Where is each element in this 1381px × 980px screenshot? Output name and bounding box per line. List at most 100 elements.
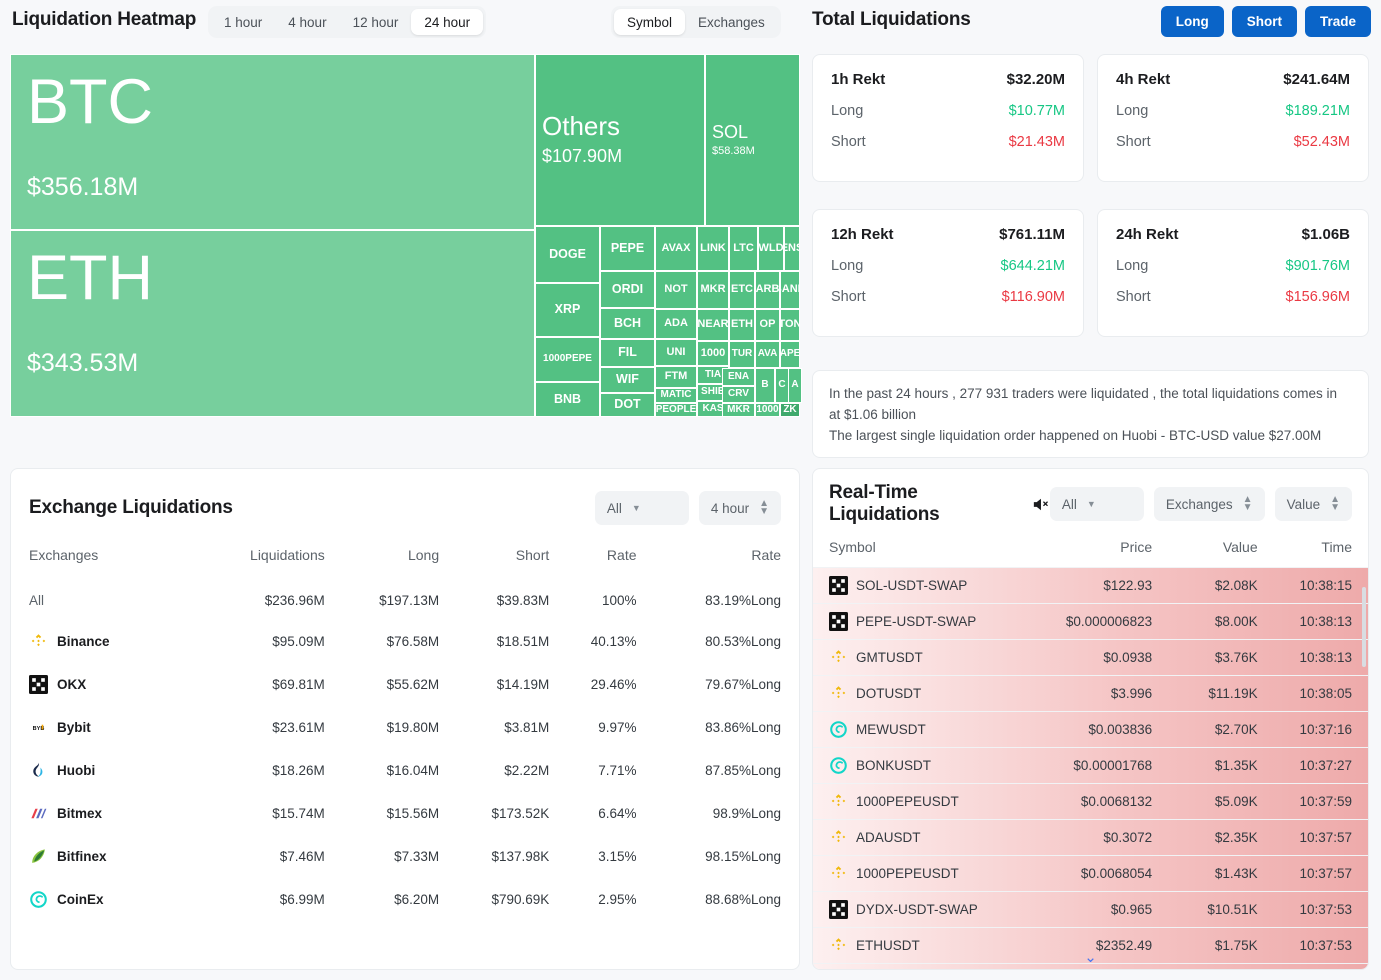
realtime-time-cell: 10:37:53 bbox=[1274, 892, 1368, 928]
heatmap-time-filter-12-hour[interactable]: 12 hour bbox=[340, 9, 412, 35]
treemap-tile-doge[interactable]: DOGE bbox=[535, 226, 600, 283]
binance-icon bbox=[829, 648, 848, 667]
exchange-col-header-2[interactable]: Long bbox=[325, 547, 439, 581]
realtime-table-row[interactable]: GMTUSDT$0.0938$3.76K10:38:13 bbox=[813, 640, 1368, 676]
treemap-tile-1000[interactable]: 1000 bbox=[697, 341, 729, 366]
treemap-tile-ava[interactable]: AVA bbox=[755, 341, 780, 368]
realtime-exchanges-filter[interactable]: Exchanges ▲▼ bbox=[1154, 487, 1265, 521]
treemap-tile-ena[interactable]: ENA bbox=[722, 368, 755, 386]
treemap-tile-others[interactable]: Others$107.90M bbox=[535, 54, 705, 226]
realtime-all-filter[interactable]: All ▼ bbox=[1050, 487, 1144, 521]
treemap-tile-people[interactable]: PEOPLE bbox=[655, 403, 697, 417]
realtime-table-row[interactable]: MEWUSDT$0.003836$2.70K10:37:16 bbox=[813, 712, 1368, 748]
realtime-col-header-3[interactable]: Time bbox=[1274, 539, 1368, 568]
treemap-tile-uni[interactable]: UNI bbox=[655, 339, 697, 366]
exchange-table-row[interactable]: CoinEx$6.99M$6.20M$790.69K2.95%88.68%Lon… bbox=[29, 878, 781, 921]
treemap-tile-a[interactable]: A bbox=[788, 368, 802, 403]
exchange-table-row[interactable]: BYBBybit$23.61M$19.80M$3.81M9.97%83.86%L… bbox=[29, 706, 781, 749]
treemap-tile-near[interactable]: NEAR bbox=[697, 309, 729, 341]
chevron-down-icon[interactable]: ⌄ bbox=[813, 950, 1368, 965]
heatmap-time-filter-24-hour[interactable]: 24 hour bbox=[411, 9, 483, 35]
exchange-col-header-4[interactable]: Rate bbox=[549, 547, 636, 581]
realtime-table-row[interactable]: 1000PEPEUSDT$0.0068132$5.09K10:37:59 bbox=[813, 784, 1368, 820]
exchange-col-header-5[interactable]: Rate bbox=[637, 547, 782, 581]
realtime-col-header-0[interactable]: Symbol bbox=[813, 539, 1041, 568]
treemap-tile-crv[interactable]: CRV bbox=[722, 386, 755, 403]
speaker-muted-icon[interactable] bbox=[1031, 495, 1050, 514]
treemap-tile-bnb[interactable]: BNB bbox=[535, 382, 600, 417]
exchange-table-row[interactable]: Binance$95.09M$76.58M$18.51M40.13%80.53%… bbox=[29, 620, 781, 663]
treemap-tile-symbol: BNB bbox=[554, 393, 581, 406]
treemap-tile-avax[interactable]: AVAX bbox=[655, 226, 697, 271]
exchange-table-row[interactable]: OKX$69.81M$55.62M$14.19M29.46%79.67%Long bbox=[29, 663, 781, 706]
treemap-tile-btc[interactable]: BTC$356.18M bbox=[10, 54, 535, 230]
treemap-tile-not[interactable]: NOT bbox=[655, 271, 697, 309]
treemap-tile-mkr[interactable]: MKR bbox=[722, 403, 755, 417]
heatmap-time-filter-1-hour[interactable]: 1 hour bbox=[211, 9, 275, 35]
treemap-tile-pepe[interactable]: PEPE bbox=[600, 226, 655, 271]
treemap-tile-ordi[interactable]: ORDI bbox=[600, 271, 655, 308]
treemap-tile-ens[interactable]: ENS bbox=[784, 226, 800, 271]
exchange-col-header-0[interactable]: Exchanges bbox=[29, 547, 182, 581]
treemap-tile-ftm[interactable]: FTM bbox=[655, 366, 697, 388]
treemap-tile-op[interactable]: OP bbox=[755, 309, 780, 341]
heatmap-time-filter-4-hour[interactable]: 4 hour bbox=[275, 9, 339, 35]
exchange-cell-rate: 6.64% bbox=[549, 792, 636, 835]
exchange-col-header-1[interactable]: Liquidations bbox=[182, 547, 324, 581]
treemap-tile-1000pepe[interactable]: 1000PEPE bbox=[535, 337, 600, 382]
treemap-tile-etc[interactable]: ETC bbox=[729, 271, 755, 309]
treemap-tile-xrp[interactable]: XRP bbox=[535, 283, 600, 337]
exchange-table-row[interactable]: Bitmex$15.74M$15.56M$173.52K6.64%98.9%Lo… bbox=[29, 792, 781, 835]
treemap-tile-ltc[interactable]: LTC bbox=[729, 226, 758, 271]
treemap-tile-link[interactable]: LINK bbox=[697, 226, 729, 271]
treemap-tile-eth[interactable]: ETH bbox=[729, 309, 755, 341]
realtime-table-row[interactable]: DOTUSDT$3.996$11.19K10:38:05 bbox=[813, 676, 1368, 712]
heatmap-mode-filter-symbol[interactable]: Symbol bbox=[614, 9, 685, 35]
realtime-col-header-2[interactable]: Value bbox=[1168, 539, 1273, 568]
exchange-all-filter[interactable]: All ▼ bbox=[595, 491, 689, 525]
exchange-table-row[interactable]: Huobi$18.26M$16.04M$2.22M7.71%87.85%Long bbox=[29, 749, 781, 792]
treemap-tile-eth[interactable]: ETH$343.53M bbox=[10, 230, 535, 417]
realtime-all-filter-value: All bbox=[1062, 497, 1077, 512]
realtime-table-row[interactable]: PEPE-USDT-SWAP$0.000006823$8.00K10:38:13 bbox=[813, 604, 1368, 640]
realtime-table-row[interactable]: SOL-USDT-SWAP$122.93$2.08K10:38:15 bbox=[813, 568, 1368, 604]
treemap-tile-symbol: 1000 bbox=[756, 405, 778, 416]
treemap-tile-zk[interactable]: ZK bbox=[780, 403, 800, 417]
treemap-tile-ton[interactable]: TON bbox=[780, 309, 800, 341]
realtime-table-row[interactable]: ADAUSDT$0.3072$2.35K10:37:57 bbox=[813, 820, 1368, 856]
realtime-symbol-cell: BONKUSDT bbox=[829, 756, 1025, 775]
coinex-icon bbox=[829, 756, 848, 775]
realtime-table-row[interactable]: 1000PEPEUSDT$0.0068054$1.43K10:37:57 bbox=[813, 856, 1368, 892]
treemap-tile-bch[interactable]: BCH bbox=[600, 308, 655, 339]
treemap-tile-matic[interactable]: MATIC bbox=[655, 388, 697, 403]
treemap-tile-arb[interactable]: ARB bbox=[755, 271, 780, 309]
exchange-table-row[interactable]: All$236.96M$197.13M$39.83M100%83.19%Long bbox=[29, 581, 781, 620]
realtime-table-row[interactable]: DYDX-USDT-SWAP$0.965$10.51K10:37:53 bbox=[813, 892, 1368, 928]
realtime-table-row[interactable]: BONKUSDT$0.00001768$1.35K10:37:27 bbox=[813, 748, 1368, 784]
treemap-tile-ape[interactable]: APE bbox=[780, 341, 800, 368]
treemap-tile-tur[interactable]: TUR bbox=[729, 341, 755, 368]
trade-button[interactable]: Trade bbox=[1305, 6, 1371, 37]
treemap-tile-mkr[interactable]: MKR bbox=[697, 271, 729, 309]
treemap-tile-wif[interactable]: WIF bbox=[600, 367, 655, 393]
treemap-tile-ada[interactable]: ADA bbox=[655, 309, 697, 339]
realtime-value-filter[interactable]: Value ▲▼ bbox=[1275, 487, 1352, 521]
realtime-col-header-1[interactable]: Price bbox=[1041, 539, 1169, 568]
treemap-tile-sol[interactable]: SOL$58.38M bbox=[705, 54, 800, 226]
short-button[interactable]: Short bbox=[1232, 6, 1297, 37]
exchange-table-row[interactable]: Bitfinex$7.46M$7.33M$137.98K3.15%98.15%L… bbox=[29, 835, 781, 878]
exchange-col-header-3[interactable]: Short bbox=[439, 547, 549, 581]
treemap-tile-sand[interactable]: SAND bbox=[780, 271, 800, 309]
treemap-tile-wld[interactable]: WLD bbox=[758, 226, 784, 271]
liquidation-heatmap-treemap[interactable]: BTC$356.18METH$343.53MOthers$107.90MSOL$… bbox=[10, 54, 800, 417]
heatmap-mode-filter-exchanges[interactable]: Exchanges bbox=[685, 9, 778, 35]
treemap-tile-fil[interactable]: FIL bbox=[600, 339, 655, 367]
treemap-tile-b[interactable]: B bbox=[755, 368, 775, 403]
long-button[interactable]: Long bbox=[1161, 6, 1224, 37]
exchange-time-filter[interactable]: 4 hour ▲▼ bbox=[699, 491, 781, 525]
treemap-tile-dot[interactable]: DOT bbox=[600, 393, 655, 417]
treemap-tile-1000[interactable]: 1000 bbox=[755, 403, 780, 417]
exchange-cell-long: $55.62M bbox=[325, 663, 439, 706]
realtime-scrollbar[interactable] bbox=[1362, 587, 1366, 667]
treemap-tile-c[interactable]: C bbox=[775, 368, 789, 403]
